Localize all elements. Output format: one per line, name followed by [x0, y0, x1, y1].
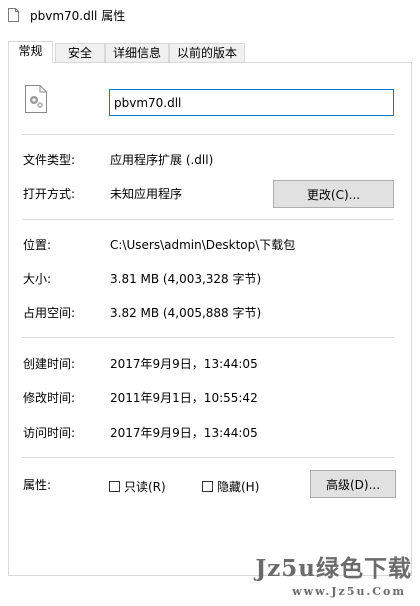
watermark-url: www.Jz5u.Com	[292, 585, 406, 598]
accessed-value: 2017年9月9日，13:44:05	[110, 426, 258, 440]
tab-security[interactable]: 安全	[55, 43, 105, 62]
attributes-label: 属性:	[23, 478, 52, 492]
tab-previous-versions[interactable]: 以前的版本	[169, 43, 245, 62]
tab-general[interactable]: 常规	[8, 41, 53, 63]
open-with-value: 未知应用程序	[110, 187, 183, 201]
tab-strip: 常规 安全 详细信息 以前的版本	[8, 41, 412, 63]
readonly-checkbox[interactable]: 只读(R)	[109, 478, 166, 495]
size-label: 大小:	[23, 272, 52, 286]
disk-size-label: 占用空间:	[23, 306, 76, 320]
change-button[interactable]: 更改(C)...	[273, 180, 394, 208]
separator	[22, 337, 394, 338]
file-name-input[interactable]	[109, 89, 394, 116]
modified-label: 修改时间:	[23, 391, 76, 405]
size-value: 3.81 MB (4,003,328 字节)	[110, 272, 262, 286]
checkbox-box[interactable]	[202, 481, 213, 492]
location-label: 位置:	[23, 238, 52, 252]
window-title: pbvm70.dll 属性	[30, 9, 126, 23]
hidden-checkbox-label: 隐藏(H)	[217, 480, 260, 494]
watermark: Jz5u绿色下载 www.Jz5u.Com	[220, 547, 420, 606]
tab-details[interactable]: 详细信息	[105, 43, 169, 62]
title-bar: pbvm70.dll 属性	[0, 0, 420, 30]
open-with-label: 打开方式:	[23, 187, 76, 201]
document-icon	[8, 8, 19, 22]
file-type-value: 应用程序扩展 (.dll)	[110, 153, 214, 167]
location-value: C:\Users\admin\Desktop\下载包	[110, 238, 296, 252]
created-value: 2017年9月9日，13:44:05	[110, 357, 258, 371]
advanced-button[interactable]: 高级(D)...	[310, 470, 396, 498]
readonly-checkbox-label: 只读(R)	[124, 480, 166, 494]
separator	[22, 457, 394, 458]
dll-file-gear-icon	[25, 85, 47, 113]
separator	[22, 134, 394, 135]
watermark-logo: Jz5u绿色下载	[255, 555, 412, 582]
disk-size-value: 3.82 MB (4,005,888 字节)	[110, 306, 262, 320]
separator	[22, 219, 394, 220]
checkbox-box[interactable]	[109, 481, 120, 492]
accessed-label: 访问时间:	[23, 426, 76, 440]
hidden-checkbox[interactable]: 隐藏(H)	[202, 478, 259, 495]
file-type-label: 文件类型:	[23, 153, 76, 167]
modified-value: 2011年9月1日，10:55:42	[110, 391, 258, 405]
created-label: 创建时间:	[23, 357, 76, 371]
